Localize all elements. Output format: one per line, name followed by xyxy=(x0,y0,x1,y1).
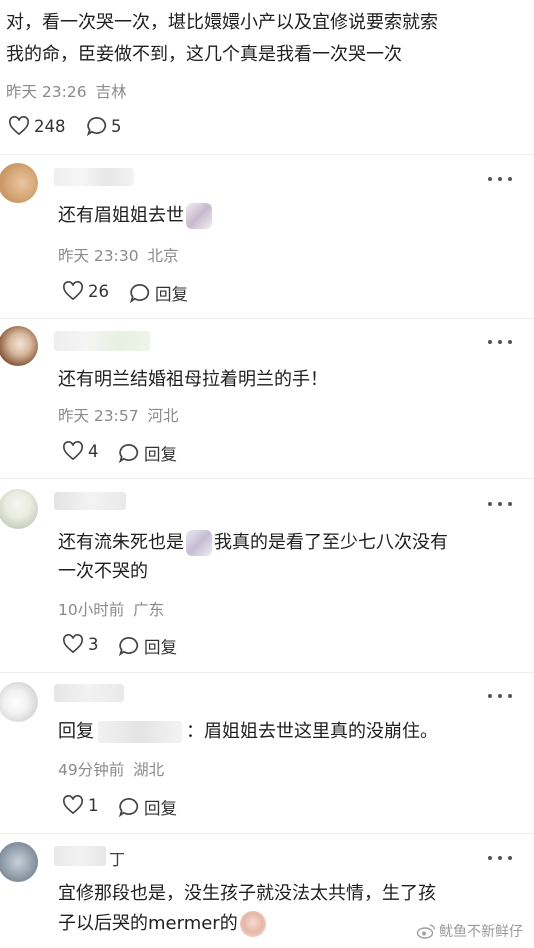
comment-text-line-1: 还有流朱死也是 我真的是看了至少七八次没有 xyxy=(58,528,448,558)
heart-icon xyxy=(9,116,29,136)
reply-button[interactable]: 回复 xyxy=(118,795,177,819)
comment-time: 10小时前 xyxy=(58,601,125,619)
divider xyxy=(0,478,534,479)
post-text-line-1: 对，看一次哭一次，堪比嬛嬛小产以及宜修说要索就索 xyxy=(6,12,438,33)
divider xyxy=(0,833,534,834)
comment-like-count: 1 xyxy=(88,795,99,815)
comment-like-count: 4 xyxy=(88,441,99,461)
more-options-button[interactable] xyxy=(488,694,512,700)
comment-location: 湖北 xyxy=(133,761,165,779)
username-blurred[interactable] xyxy=(54,331,150,351)
heart-icon xyxy=(63,634,83,654)
comment-meta: 昨天 23:57 河北 xyxy=(58,404,179,426)
comment-time: 49分钟前 xyxy=(58,761,125,779)
avatar[interactable] xyxy=(0,682,38,722)
post-time: 昨天 23:26 xyxy=(6,83,87,101)
comment-meta: 49分钟前 湖北 xyxy=(58,758,164,780)
username-blurred[interactable] xyxy=(54,492,126,510)
comment-text-line-1: 宜修那段也是，没生孩子就没法太共情，生了孩 xyxy=(58,883,436,904)
username-blurred[interactable] xyxy=(54,168,134,186)
emoji-sticker xyxy=(186,530,212,556)
post-like-button[interactable]: 248 xyxy=(8,116,66,136)
comment-location: 北京 xyxy=(147,247,179,265)
reply-label: 回复 xyxy=(144,445,177,464)
comment-like-count: 26 xyxy=(88,281,109,301)
more-options-button[interactable] xyxy=(488,340,512,346)
more-options-button[interactable] xyxy=(488,177,512,183)
divider xyxy=(0,672,534,673)
post-comment-button[interactable]: 5 xyxy=(86,116,122,136)
post-location: 吉林 xyxy=(95,83,127,101)
comment-text: 还有明兰结婚祖母拉着明兰的手！ xyxy=(58,369,328,390)
comment-location: 广东 xyxy=(133,601,165,619)
username-blurred[interactable] xyxy=(54,684,124,702)
comment-like-button[interactable]: 26 xyxy=(62,281,109,301)
more-options-button[interactable] xyxy=(488,502,512,508)
reply-button[interactable]: 回复 xyxy=(118,441,177,465)
comment-like-button[interactable]: 3 xyxy=(62,634,99,654)
watermark: 鱿鱼不新鲜仔 xyxy=(416,921,523,941)
comment-icon xyxy=(86,117,107,136)
more-options-button[interactable] xyxy=(488,856,512,862)
comment-like-button[interactable]: 4 xyxy=(62,441,99,461)
comment-like-count: 3 xyxy=(88,634,99,654)
reply-button[interactable]: 回复 xyxy=(129,281,188,305)
comment-time: 昨天 23:57 xyxy=(58,407,139,425)
avatar[interactable] xyxy=(0,326,38,366)
emoji-sticker xyxy=(239,911,266,937)
divider xyxy=(0,318,534,319)
emoji-sticker xyxy=(186,203,212,229)
username-blurred[interactable] xyxy=(54,846,106,866)
comment-meta: 昨天 23:30 北京 xyxy=(58,244,179,266)
comment-icon xyxy=(118,637,139,656)
post-like-count: 248 xyxy=(34,116,66,136)
post-comment-count: 5 xyxy=(111,116,122,136)
heart-icon xyxy=(63,795,83,815)
comment-text: 回复 ：眉姐姐去世这里真的没崩住。 xyxy=(58,721,438,743)
heart-icon xyxy=(63,281,83,301)
comment-meta: 10小时前 广东 xyxy=(58,598,164,620)
reply-label: 回复 xyxy=(155,285,188,304)
comment-icon xyxy=(129,284,150,303)
weibo-logo-icon xyxy=(416,924,436,939)
comment-icon xyxy=(118,444,139,463)
reply-label: 回复 xyxy=(144,799,177,818)
comment-like-button[interactable]: 1 xyxy=(62,795,99,815)
avatar[interactable] xyxy=(0,489,38,529)
comment-text-line-2: 一次不哭的 xyxy=(58,561,148,582)
divider xyxy=(0,154,534,155)
mention-blurred[interactable] xyxy=(98,721,182,743)
avatar[interactable] xyxy=(0,163,38,203)
heart-icon xyxy=(63,441,83,461)
post-text-line-2: 我的命，臣妾做不到，这几个真是我看一次哭一次 xyxy=(6,44,402,65)
reply-button[interactable]: 回复 xyxy=(118,634,177,658)
comment-text-line-2: 子以后哭的mermer的 xyxy=(58,909,268,939)
reply-label: 回复 xyxy=(144,638,177,657)
comment-location: 河北 xyxy=(147,407,179,425)
comment-icon xyxy=(118,798,139,817)
post-meta: 昨天 23:26 吉林 xyxy=(6,80,127,102)
comment-text: 还有眉姐姐去世 xyxy=(58,201,214,231)
username-partial[interactable]: 丁 xyxy=(109,846,125,870)
watermark-text: 鱿鱼不新鲜仔 xyxy=(439,924,523,940)
comment-time: 昨天 23:30 xyxy=(58,247,139,265)
avatar[interactable] xyxy=(0,842,38,882)
